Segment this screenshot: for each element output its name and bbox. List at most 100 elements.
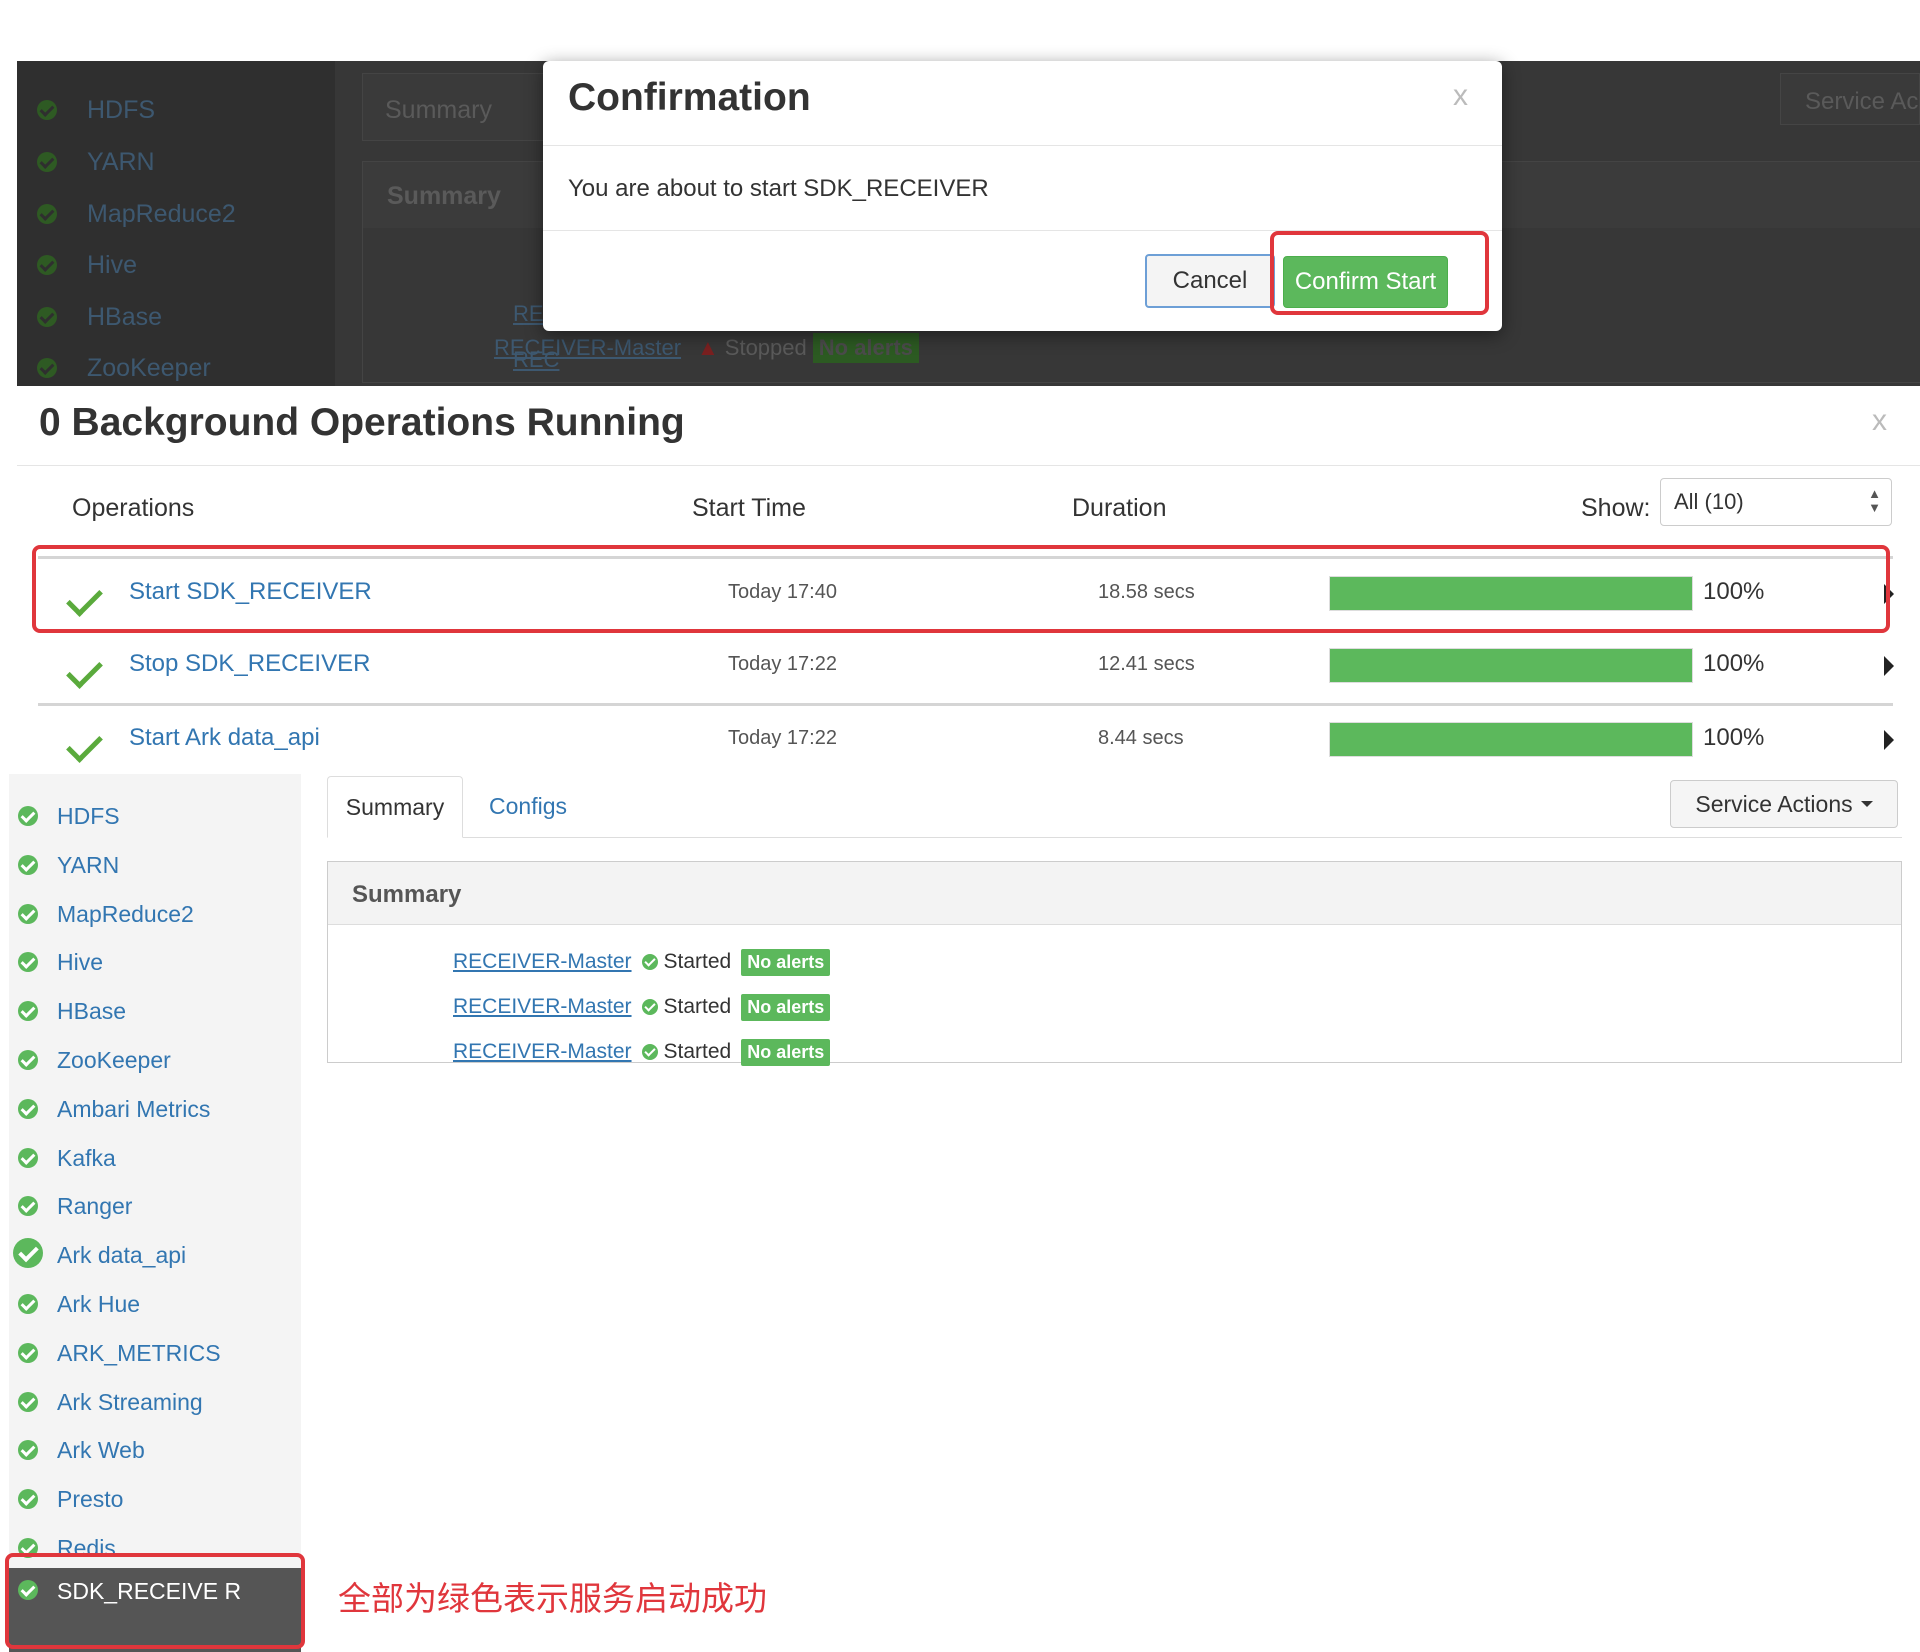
dimmed-sidebar-label: ZooKeeper [87,353,211,382]
close-icon[interactable]: x [1872,404,1887,438]
select-arrows-icon: ▲ ▼ [1868,486,1881,515]
divider [543,145,1502,146]
sidebar-item-zookeeper[interactable]: ZooKeeper [9,1038,301,1087]
alerts-badge: No alerts [741,1038,831,1066]
dimmed-sidebar-item: ZooKeeper [37,348,211,386]
dimmed-stopped-status: ▲ Stopped No alerts [697,333,919,363]
sidebar-item-ark-web[interactable]: Ark Web [9,1428,301,1477]
dimmed-tab-label: Summary [385,96,492,124]
sidebar-item-ambari-metrics[interactable]: Ambari Metrics [9,1087,301,1136]
component-link[interactable]: RECEIVER-Master [453,995,632,1019]
column-header-start-time: Start Time [692,494,806,522]
sidebar-item-hdfs[interactable]: HDFS [9,794,301,843]
component-link[interactable]: RECEIVER-Master [453,1040,632,1064]
component-status: Started [663,950,732,973]
check-circle-icon [18,1050,38,1070]
check-circle-icon [18,855,38,875]
service-actions-button[interactable]: Service Actions [1670,780,1898,828]
expand-arrow-icon[interactable] [1884,656,1894,676]
check-circle-icon [18,1489,38,1509]
check-circle-icon [37,307,57,327]
operation-row[interactable]: Start Ark data_api Today 17:22 8.44 secs… [38,704,1894,776]
annotation-note: 全部为绿色表示服务启动成功 [338,1579,767,1618]
warning-icon: ▲ [697,335,719,360]
check-circle-icon [37,204,57,224]
dimmed-status-text: Stopped [724,335,807,360]
sidebar-item-ark-hue[interactable]: Ark Hue [9,1282,301,1331]
sidebar-item-label: Ark Web [57,1437,145,1463]
confirm-button-highlight-box [1270,231,1489,315]
sidebar-item-label: MapReduce2 [57,901,194,927]
dimmed-sidebar-item: HDFS [37,90,155,130]
check-circle-icon [13,1238,43,1268]
component-link[interactable]: RECEIVER-Master [453,950,632,974]
sidebar-item-label: Kafka [57,1145,116,1171]
check-circle-icon [37,100,57,120]
caret-down-icon [1860,801,1873,807]
progress-bar-fill [1330,649,1692,682]
component-row: RECEIVER-Master Started No alerts [453,1037,831,1067]
service-actions-label: Service Actions [1695,790,1853,817]
operation-name-link[interactable]: Start Ark data_api [129,724,320,752]
operation-row[interactable]: Stop SDK_RECEIVER Today 17:22 12.41 secs… [38,630,1894,702]
sidebar-item-ark-data-api[interactable]: Ark data_api [9,1233,301,1282]
sidebar-item-label: Ambari Metrics [57,1096,211,1122]
show-filter-select[interactable]: All (10) ▲ ▼ [1660,478,1892,526]
sidebar-item-hive[interactable]: Hive [9,940,301,989]
sidebar-item-label: Ark Hue [57,1291,141,1317]
operation-start-time: Today 17:22 [728,653,837,675]
component-status: Started [663,995,732,1018]
operation-name-link[interactable]: Stop SDK_RECEIVER [129,650,370,678]
dialog-title: Confirmation [568,76,811,119]
checkmark-icon [66,726,103,763]
sidebar-item-label: Hive [57,949,104,975]
sidebar-item-hbase[interactable]: HBase [9,989,301,1038]
dimmed-sidebar: HDFS YARN MapReduce2 Hive HBase ZooKeepe… [17,61,335,386]
progress-bar-fill [1330,723,1692,756]
operation-duration: 12.41 secs [1098,653,1195,675]
sidebar-item-ranger[interactable]: Ranger [9,1184,301,1233]
check-circle-icon [641,1044,658,1060]
check-circle-icon [18,952,38,972]
column-header-duration: Duration [1072,494,1167,522]
services-sidebar: HDFS YARN MapReduce2 Hive HBase ZooKeepe… [9,774,301,1652]
sidebar-item-yarn[interactable]: YARN [9,843,301,892]
dimmed-service-actions-button: Service Ac [1780,73,1920,125]
component-status: Started [663,1040,732,1063]
sidebar-item-label: ZooKeeper [57,1047,171,1073]
summary-panel: Summary RECEIVER-Master Started No alert… [327,861,1902,1066]
expand-arrow-icon[interactable] [1884,730,1894,750]
component-row: RECEIVER-Master Started No alerts [453,992,831,1022]
check-circle-icon [18,1148,38,1168]
dimmed-alert-badge: No alerts [812,333,919,363]
dimmed-component-link: RECEIVER-Master [494,335,682,360]
sidebar-item-label: Ark Streaming [57,1389,203,1415]
cancel-button[interactable]: Cancel [1145,254,1275,308]
summary-heading: Summary [328,862,1901,925]
sidebar-item-presto[interactable]: Presto [9,1477,301,1526]
alerts-badge: No alerts [741,948,831,976]
sidebar-item-mapreduce2[interactable]: MapReduce2 [9,892,301,941]
check-circle-icon [37,358,57,378]
check-circle-icon [641,999,658,1015]
progress-percent: 100% [1703,724,1765,751]
tab-summary[interactable]: Summary [327,776,463,838]
sidebar-item-ark-streaming[interactable]: Ark Streaming [9,1380,301,1429]
check-circle-icon [37,152,57,172]
check-circle-icon [18,1099,38,1119]
progress-bar [1329,722,1693,757]
show-filter-value: All (10) [1674,489,1744,514]
sidebar-item-kafka[interactable]: Kafka [9,1136,301,1185]
close-icon[interactable]: x [1453,79,1468,113]
panel-title: 0 Background Operations Running [39,401,685,444]
check-circle-icon [641,954,658,970]
tab-configs[interactable]: Configs [489,793,567,820]
progress-bar [1329,648,1693,683]
check-circle-icon [18,1392,38,1412]
sidebar-item-ark-metrics[interactable]: ARK_METRICS [9,1331,301,1380]
dimmed-sidebar-label: MapReduce2 [87,199,236,228]
sidebar-item-label: HBase [57,998,127,1024]
check-circle-icon [18,1196,38,1216]
operation-duration: 8.44 secs [1098,727,1184,749]
sidebar-item-label: YARN [57,852,120,878]
